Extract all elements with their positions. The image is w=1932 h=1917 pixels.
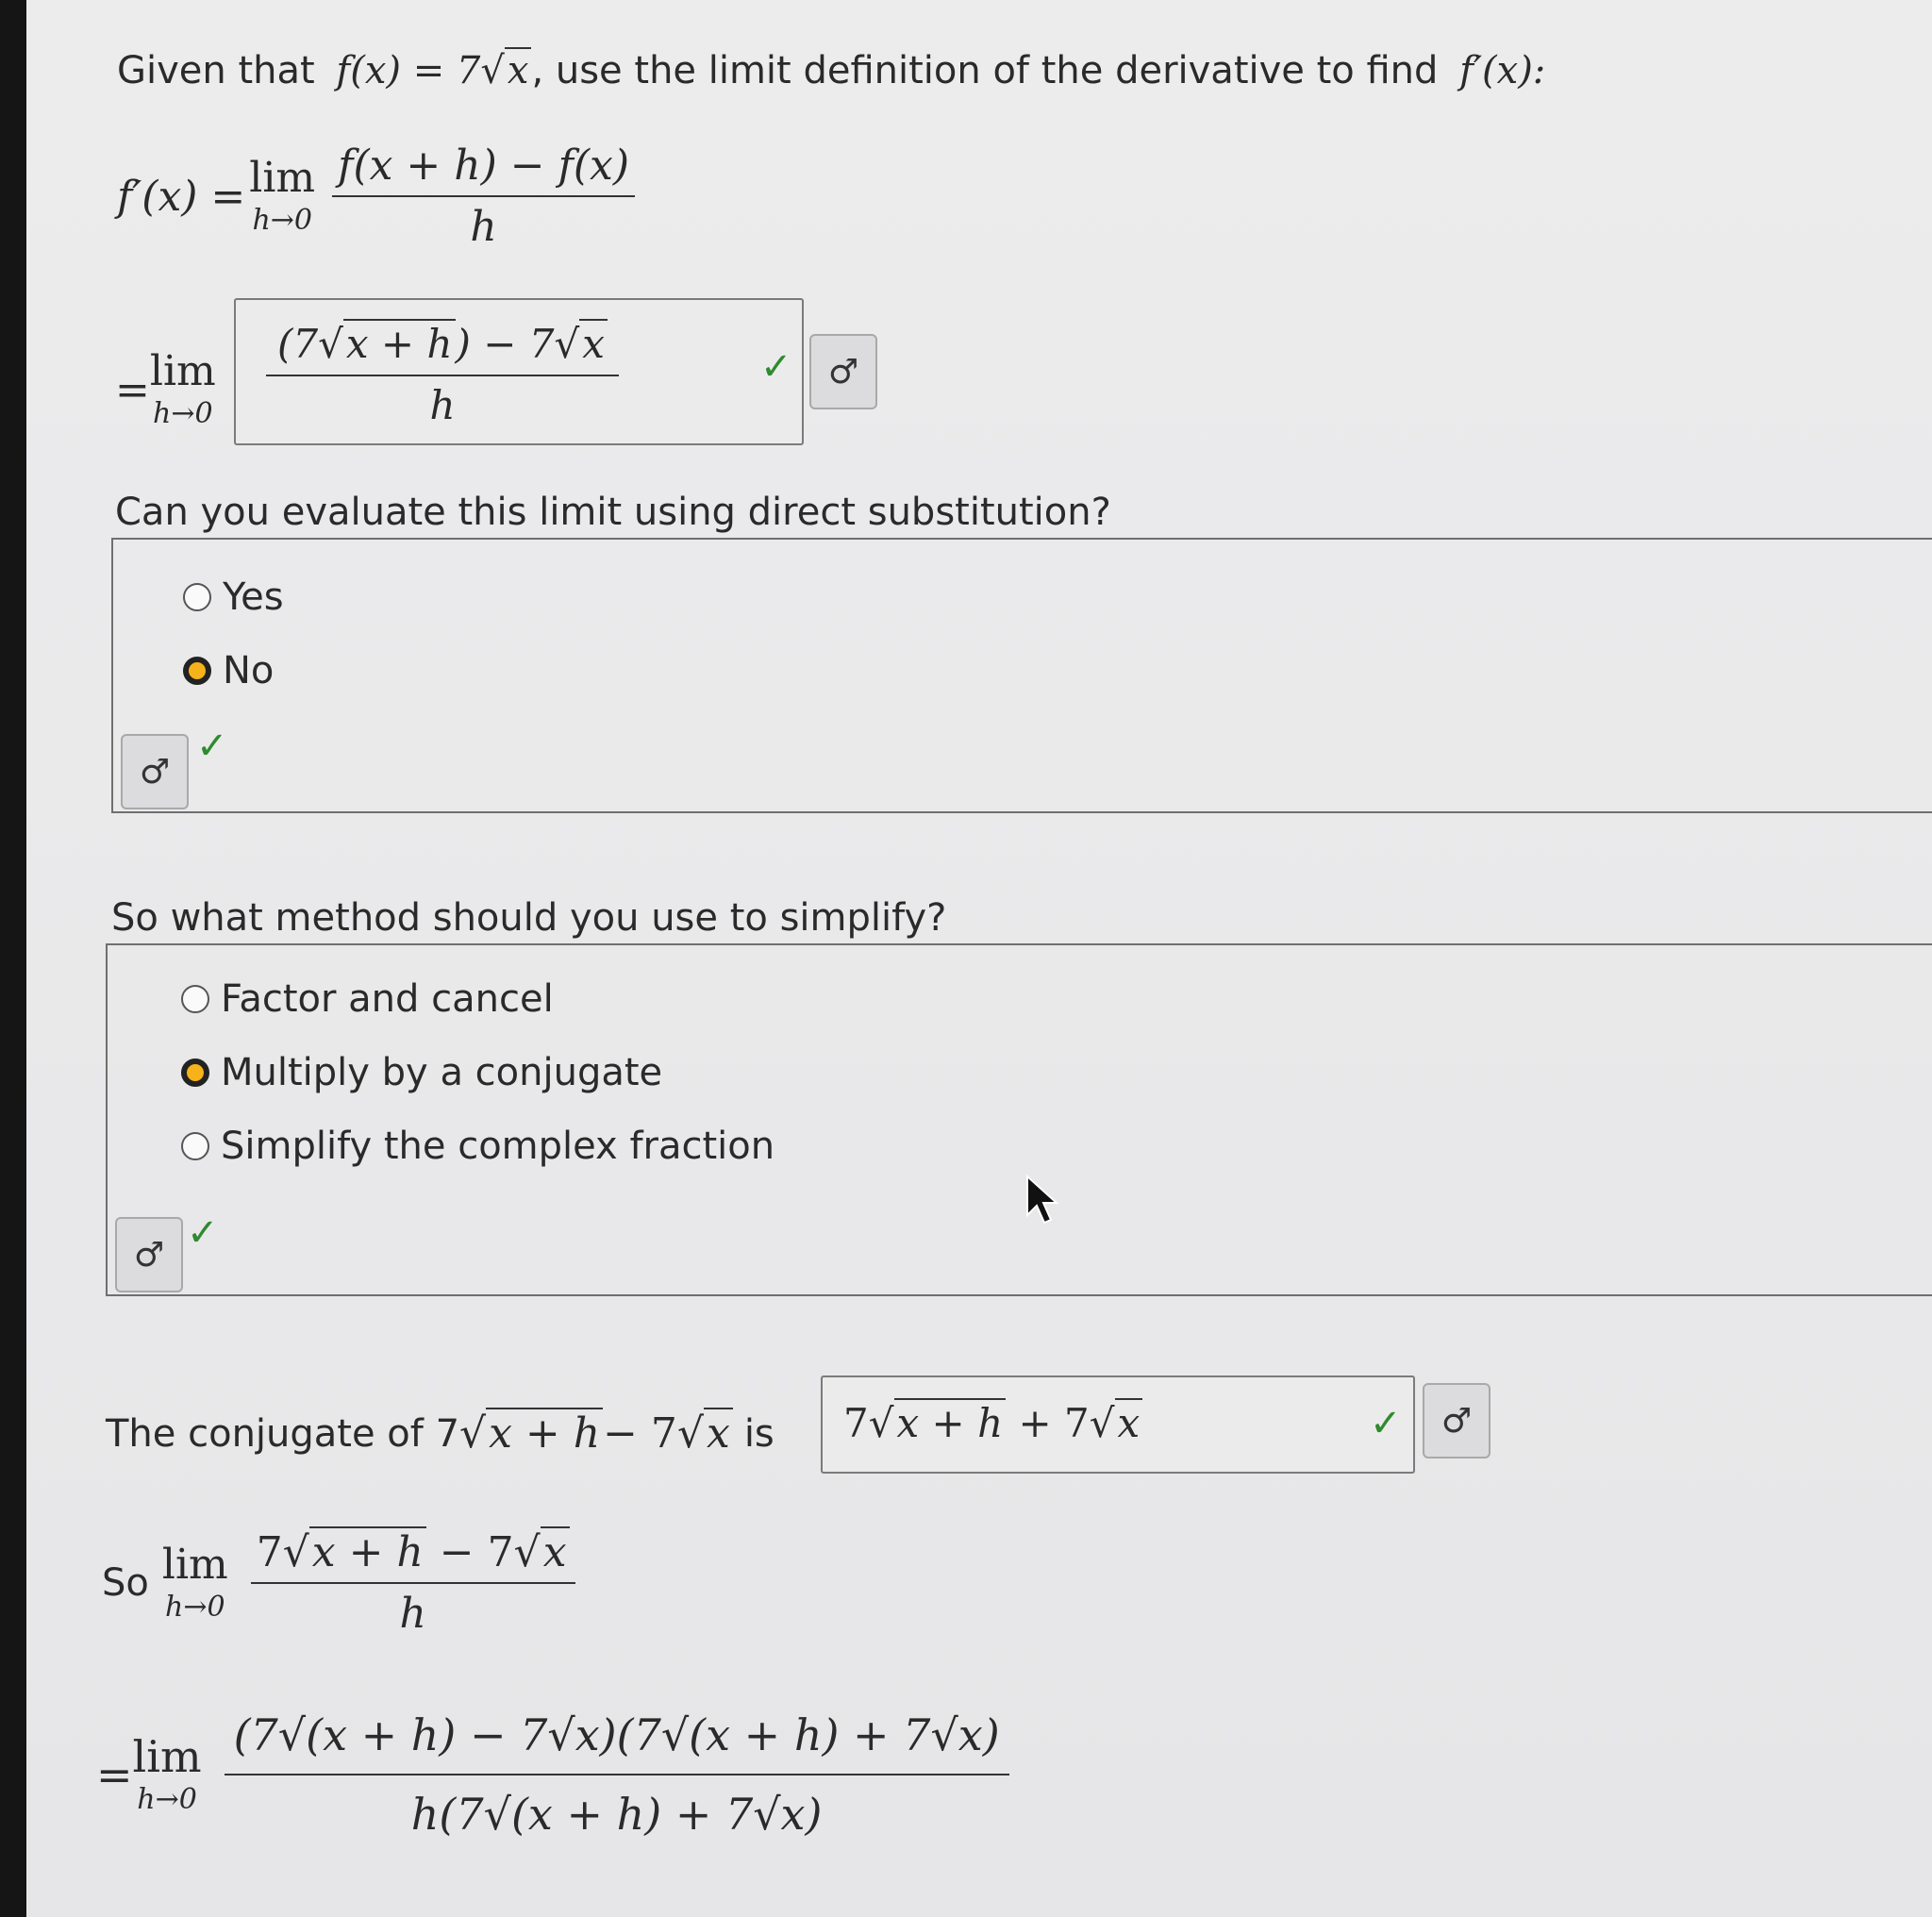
option-multiply-by-conjugate[interactable]: Multiply by a conjugate — [181, 1051, 662, 1094]
key-icon: ♂ — [827, 352, 859, 392]
conjugate-key-button[interactable]: ♂ — [1423, 1383, 1491, 1459]
conjugate-answer: 7√x + h + 7√x — [843, 1398, 1143, 1446]
definition-fraction: f(x + h) − f(x) h — [332, 142, 636, 251]
screen-bezel — [0, 0, 26, 1917]
radio-conjugate-selected[interactable] — [181, 1059, 209, 1087]
option-simplify-complex-fraction[interactable]: Simplify the complex fraction — [181, 1125, 774, 1168]
definition-limit: lim h→0 — [249, 154, 316, 237]
answer1-lim: = lim h→0 — [115, 347, 216, 430]
conjugate-check-icon: ✓ — [1370, 1402, 1402, 1445]
step-expand-fraction: (7√(x + h) − 7√x)(7√(x + h) + 7√x) h(7√(… — [224, 1709, 1009, 1840]
conjugate-line: The conjugate of 7 √x + h − 7 √x is — [106, 1408, 774, 1458]
option-factor-and-cancel[interactable]: Factor and cancel — [181, 977, 554, 1021]
definition-numerator: f(x + h) − f(x) — [332, 142, 636, 197]
question2-prompt: So what method should you use to simplif… — [111, 896, 947, 940]
question2-check-icon: ✓ — [187, 1211, 219, 1255]
step-so-fraction: 7√x + h − 7√x h — [250, 1526, 575, 1638]
answer1-check-icon: ✓ — [760, 345, 792, 389]
answer1-expression: (7√x + h) − 7√x h — [266, 319, 619, 428]
conjugate-prefix: The conjugate of 7 — [106, 1411, 460, 1456]
conjugate-input-box[interactable]: 7√x + h + 7√x ✓ — [821, 1375, 1415, 1474]
question1-fieldset: Yes No ♂ ✓ — [111, 538, 1932, 813]
intro-rest: , use the limit definition of the deriva… — [531, 49, 1439, 92]
radio-complex[interactable] — [181, 1132, 209, 1160]
key-icon: ♂ — [139, 752, 171, 792]
definition-denominator: h — [470, 203, 497, 251]
option-no[interactable]: No — [183, 649, 274, 692]
key-icon: ♂ — [133, 1235, 165, 1275]
answer1-key-button[interactable]: ♂ — [809, 334, 877, 409]
question1-key-button[interactable]: ♂ — [121, 734, 189, 809]
radio-no-selected[interactable] — [183, 657, 211, 685]
definition-lhs: f′(x) = — [117, 172, 246, 221]
step-so: So lim h→0 7√x + h − 7√x h — [102, 1526, 575, 1638]
question2-key-button[interactable]: ♂ — [115, 1217, 183, 1292]
intro-fx: f(x) = 7 — [336, 49, 481, 92]
option-yes[interactable]: Yes — [183, 575, 284, 619]
radio-factor[interactable] — [181, 985, 209, 1013]
step-expand: = lim h→0 (7√(x + h) − 7√x)(7√(x + h) + 7… — [96, 1709, 1009, 1840]
derivative-definition: f′(x) = lim h→0 f(x + h) − f(x) h — [117, 142, 636, 251]
conjugate-is: is — [743, 1411, 774, 1456]
answer1-input-box[interactable]: (7√x + h) − 7√x h ✓ — [234, 298, 804, 445]
key-icon: ♂ — [1441, 1401, 1473, 1441]
question1-check-icon: ✓ — [196, 725, 228, 768]
intro-line: Given that f(x) = 7√x, use the limit def… — [117, 47, 1546, 92]
intro-text: Given that — [117, 49, 315, 92]
radio-yes[interactable] — [183, 583, 211, 611]
question2-fieldset: Factor and cancel Multiply by a conjugat… — [106, 943, 1932, 1296]
answer1-equals: = — [115, 365, 150, 414]
mouse-pointer-icon — [1026, 1174, 1059, 1225]
intro-target: f′(x): — [1459, 49, 1546, 92]
intro-sqrt: √x — [480, 47, 532, 92]
question1-prompt: Can you evaluate this limit using direct… — [115, 491, 1111, 534]
